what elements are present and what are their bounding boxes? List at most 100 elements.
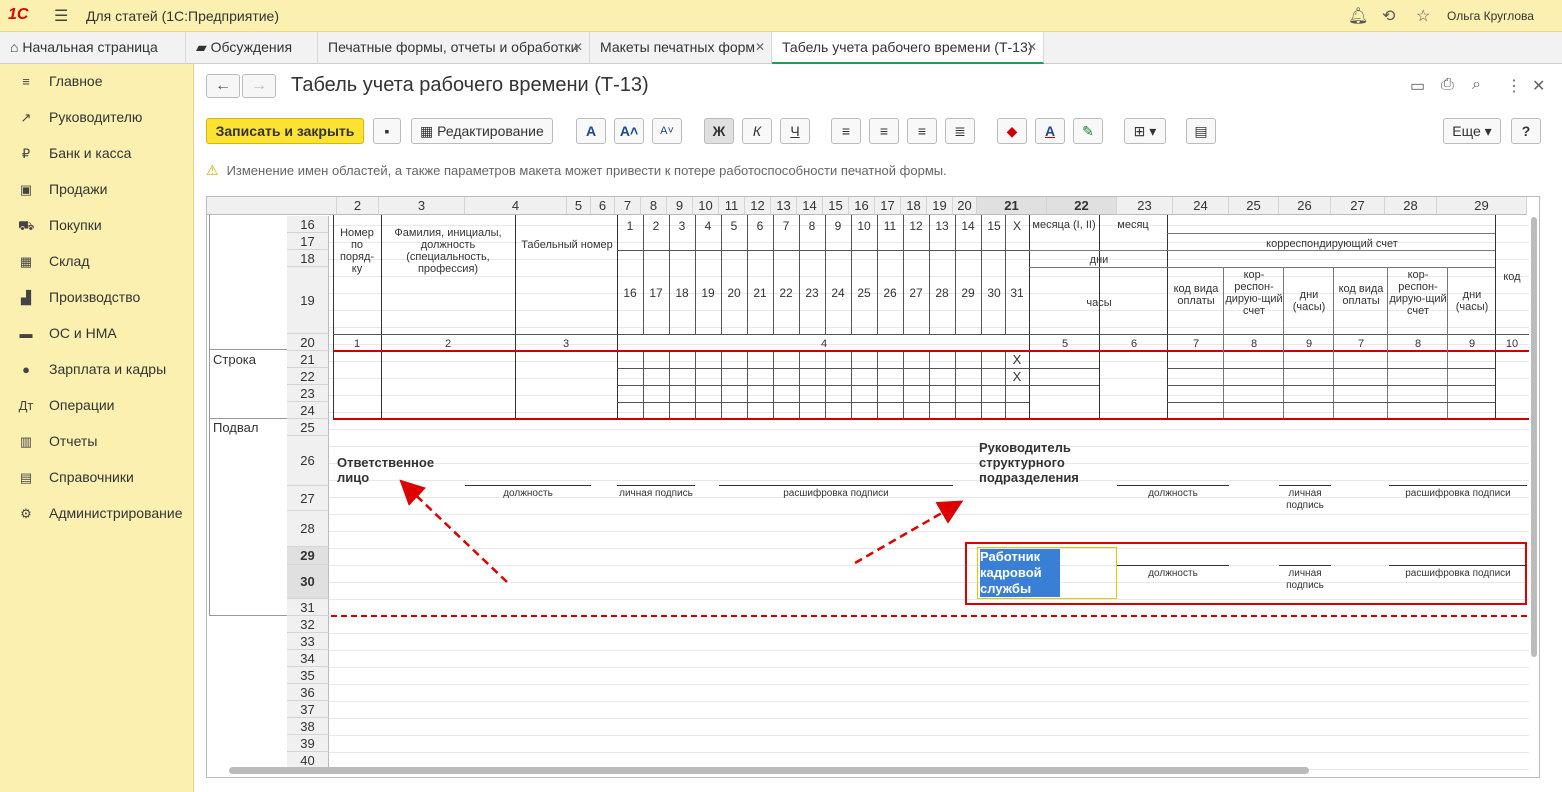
sidebar-item-purchases[interactable]: ⛟ Покупки	[0, 212, 194, 240]
highlight-icon[interactable]: ✎	[1073, 118, 1103, 144]
font-decrease-icon[interactable]: A˅	[652, 118, 682, 144]
row-header[interactable]: 36	[287, 684, 329, 701]
row-header[interactable]: 25	[287, 419, 329, 436]
align-center-icon[interactable]: ≡	[869, 118, 899, 144]
selected-cell[interactable]: Работник кадровой службы	[977, 547, 1117, 599]
tab-print-forms[interactable]: Печатные формы, отчеты и обработки ✕	[318, 32, 590, 64]
row-header[interactable]: 29	[287, 547, 329, 565]
column-header[interactable]: 19	[927, 197, 953, 215]
sidebar-item-reports[interactable]: ▥ Отчеты	[0, 428, 194, 456]
vertical-scrollbar[interactable]	[1531, 217, 1537, 657]
borders-icon[interactable]: ⊞ ▾	[1124, 118, 1166, 144]
sidebar-item-sales[interactable]: ▣ Продажи	[0, 176, 194, 204]
column-header[interactable]: 13	[771, 197, 797, 215]
user-name[interactable]: Ольга Круглова	[1447, 9, 1534, 23]
column-header[interactable]: 24	[1173, 197, 1229, 215]
column-header[interactable]: 7	[615, 197, 641, 215]
column-header[interactable]: 20	[953, 197, 977, 215]
row-header[interactable]: 22	[287, 368, 329, 385]
sidebar-item-catalogs[interactable]: ▤ Справочники	[0, 464, 194, 492]
column-header[interactable]: 29	[1437, 197, 1527, 215]
column-header[interactable]: 18	[901, 197, 927, 215]
row-header[interactable]: 16	[287, 216, 329, 233]
align-left-icon[interactable]: ≡	[831, 118, 861, 144]
row-header[interactable]: 34	[287, 650, 329, 667]
column-header[interactable]: 4	[465, 197, 567, 215]
row-header[interactable]: 28	[287, 511, 329, 547]
history-icon[interactable]: ⟲	[1382, 6, 1395, 26]
sidebar-item-warehouse[interactable]: ▦ Склад	[0, 248, 194, 276]
row-header[interactable]: 20	[287, 334, 329, 351]
column-header[interactable]: 14	[797, 197, 823, 215]
column-header[interactable]: 28	[1385, 197, 1437, 215]
back-button[interactable]: ←	[206, 74, 240, 98]
column-header[interactable]: 5	[567, 197, 591, 215]
text-color-icon[interactable]: A	[1035, 118, 1065, 144]
column-header[interactable]: 22	[1047, 197, 1117, 215]
more-button[interactable]: Еще ▾	[1443, 118, 1501, 144]
sidebar-item-assets[interactable]: ▬ ОС и НМА	[0, 320, 194, 348]
column-header[interactable]: 12	[745, 197, 771, 215]
row-header[interactable]: 39	[287, 735, 329, 752]
save-icon[interactable]: ▪	[373, 118, 401, 144]
row-header[interactable]: 31	[287, 599, 329, 616]
tab-discussions[interactable]: ▰ Обсуждения	[186, 32, 318, 64]
column-header[interactable]: 27	[1331, 197, 1385, 215]
column-header[interactable]: 16	[849, 197, 875, 215]
forward-button[interactable]: →	[242, 74, 276, 98]
row-header[interactable]: 37	[287, 701, 329, 718]
row-header[interactable]: 30	[287, 565, 329, 599]
row-header[interactable]: 35	[287, 667, 329, 684]
fill-color-icon[interactable]: ◆	[997, 118, 1027, 144]
column-header[interactable]: 23	[1117, 197, 1173, 215]
row-header[interactable]: 21	[287, 351, 329, 368]
row-header[interactable]: 19	[287, 267, 329, 334]
close-icon[interactable]: ✕	[1532, 76, 1545, 96]
row-header[interactable]: 24	[287, 402, 329, 419]
align-justify-icon[interactable]: ≣	[945, 118, 975, 144]
bold-button[interactable]: Ж	[704, 118, 734, 144]
row-header[interactable]: 27	[287, 486, 329, 511]
column-header[interactable]: 8	[641, 197, 667, 215]
sidebar-item-bank[interactable]: ₽ Банк и касса	[0, 140, 194, 168]
column-header[interactable]: 2	[337, 197, 379, 215]
tab-layouts[interactable]: Макеты печатных форм ✕	[590, 32, 772, 64]
edit-mode-button[interactable]: ▦ Редактирование	[411, 118, 553, 144]
tab-home[interactable]: ⌂ Начальная страница	[0, 32, 186, 64]
save-and-close-button[interactable]: Записать и закрыть	[206, 118, 364, 144]
font-increase-icon[interactable]: A˄	[614, 118, 644, 144]
close-icon[interactable]: ✕	[1027, 32, 1037, 62]
help-button[interactable]: ?	[1511, 118, 1541, 144]
sidebar-item-manager[interactable]: ↗ Руководителю	[0, 104, 194, 132]
bell-icon[interactable]: 🔔︎	[1348, 6, 1368, 26]
save-icon[interactable]: ▭	[1410, 76, 1425, 96]
row-header[interactable]: 23	[287, 385, 329, 402]
column-header[interactable]: 6	[591, 197, 615, 215]
tab-timesheet[interactable]: Табель учета рабочего времени (Т-13) ✕	[772, 32, 1044, 64]
sidebar-item-production[interactable]: ▟ Производство	[0, 284, 194, 312]
column-header[interactable]: 25	[1229, 197, 1279, 215]
menu-icon[interactable]: ☰	[54, 6, 68, 26]
row-header[interactable]: 17	[287, 233, 329, 250]
preview-icon[interactable]: ⌕	[1472, 76, 1481, 94]
italic-button[interactable]: К	[742, 118, 772, 144]
column-header[interactable]: 21	[977, 197, 1047, 215]
row-header[interactable]: 18	[287, 250, 329, 267]
print-icon[interactable]: ⎙	[1441, 76, 1454, 94]
column-header[interactable]: 26	[1279, 197, 1331, 215]
row-header[interactable]: 38	[287, 718, 329, 735]
column-header[interactable]: 11	[719, 197, 745, 215]
font-icon[interactable]: A	[576, 118, 606, 144]
align-right-icon[interactable]: ≡	[907, 118, 937, 144]
column-header[interactable]: 10	[693, 197, 719, 215]
spreadsheet[interactable]: 2 3 4 5 6 7 8 9 10 11 12 13 14 15 16 17 …	[206, 196, 1540, 778]
table-icon[interactable]: ▤	[1186, 118, 1216, 144]
sidebar-item-admin[interactable]: ⚙ Администрирование	[0, 500, 194, 528]
row-header[interactable]: 32	[287, 616, 329, 633]
more-icon[interactable]: ⋮	[1506, 76, 1522, 96]
close-icon[interactable]: ✕	[755, 32, 765, 62]
star-icon[interactable]: ☆	[1416, 6, 1430, 26]
close-icon[interactable]: ✕	[573, 32, 583, 62]
column-header[interactable]: 3	[379, 197, 465, 215]
row-header[interactable]: 26	[287, 436, 329, 486]
